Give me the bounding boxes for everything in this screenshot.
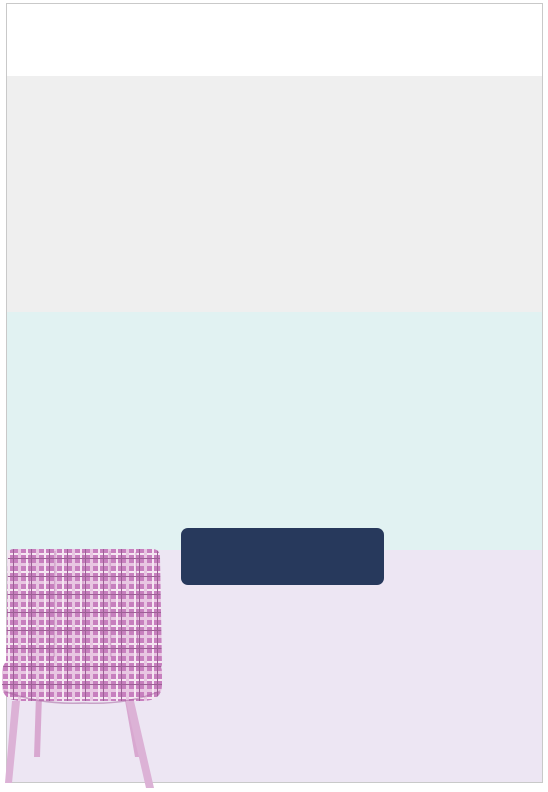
header-band [7,4,542,76]
cta-button[interactable] [181,528,384,585]
chair-front-leg-left [5,701,20,783]
gray-section [7,76,542,312]
chair-back-leg-left [34,695,42,757]
chair-front-leg-right [126,701,154,788]
chair-seat [2,657,162,701]
armchair-image [2,549,162,788]
mint-section [7,312,542,550]
